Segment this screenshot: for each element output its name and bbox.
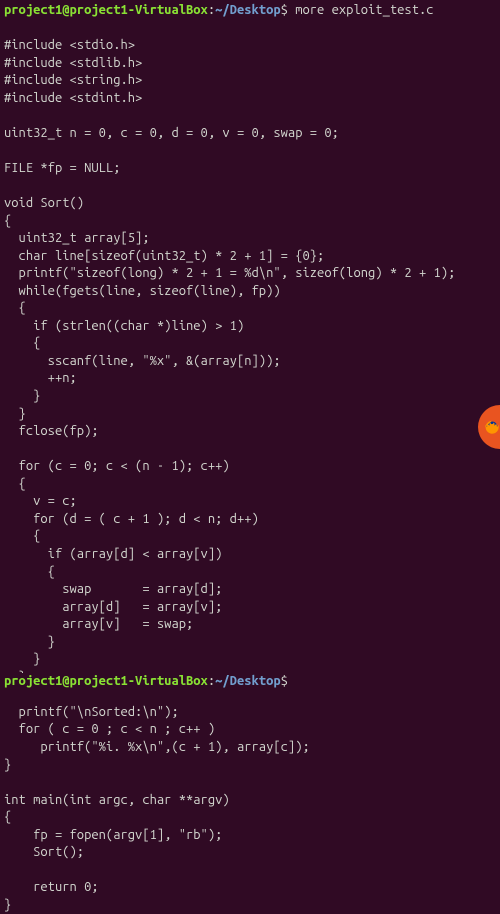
code-line: sscanf(line, "%x", &(array[n]));: [4, 354, 281, 368]
code-line: v = c;: [4, 494, 77, 508]
code-line: {: [4, 810, 11, 824]
code-line: #include <stdio.h>: [4, 38, 135, 52]
code-line: {: [4, 214, 11, 228]
code-line: Sort();: [4, 845, 84, 859]
prompt-line: project1@project1-VirtualBox:~/Desktop$ …: [4, 2, 496, 20]
code-line: #include <stdlib.h>: [4, 56, 142, 70]
code-line: #include <stdint.h>: [4, 91, 142, 105]
code-line: #include <string.h>: [4, 73, 142, 87]
code-line: }: [4, 898, 11, 912]
code-line: }: [4, 635, 55, 649]
code-line: }: [4, 652, 40, 666]
code-line: {: [4, 529, 40, 543]
code-line: }: [4, 389, 40, 403]
code-line: {: [4, 301, 26, 315]
terminal-window[interactable]: project1@project1-VirtualBox:~/Desktop$ …: [4, 2, 496, 914]
code-line: uint32_t n = 0, c = 0, d = 0, v = 0, swa…: [4, 126, 339, 140]
code-line: for ( c = 0 ; c < n ; c++ ): [4, 722, 215, 736]
code-line: {: [4, 565, 55, 579]
code-line: array[d] = array[v];: [4, 600, 222, 614]
code-line: fclose(fp);: [4, 424, 99, 438]
code-line: ++n;: [4, 371, 77, 385]
code-line: printf("sizeof(long) * 2 + 1 = %d\n", si…: [4, 266, 455, 280]
code-line: printf("\nSorted:\n");: [4, 705, 179, 719]
code-line: for (c = 0; c < (n - 1); c++): [4, 459, 230, 473]
bottom-prompt-line: project1@project1-VirtualBox:~/Desktop$: [4, 673, 288, 691]
code-line: FILE *fp = NULL;: [4, 161, 120, 175]
code-line: if (strlen((char *)line) > 1): [4, 319, 244, 333]
prompt-path: ~/Desktop: [215, 674, 281, 688]
file-content: #include <stdio.h> #include <stdlib.h> #…: [4, 20, 496, 914]
prompt-user-host: project1@project1-VirtualBox: [4, 674, 208, 688]
command-text: more exploit_test.c: [288, 3, 434, 17]
code-line: int main(int argc, char **argv): [4, 793, 230, 807]
code-line: for (d = ( c + 1 ); d < n; d++): [4, 512, 259, 526]
prompt-user-host: project1@project1-VirtualBox: [4, 3, 208, 17]
code-line: }: [4, 758, 11, 772]
prompt-dollar: $: [281, 674, 288, 688]
code-line: char line[sizeof(uint32_t) * 2 + 1] = {0…: [4, 249, 324, 263]
prompt-path: ~/Desktop: [215, 3, 281, 17]
code-line: uint32_t array[5];: [4, 231, 150, 245]
code-line: void Sort(): [4, 196, 84, 210]
code-line: while(fgets(line, sizeof(line), fp)): [4, 284, 281, 298]
code-line: array[v] = swap;: [4, 617, 193, 631]
code-line: if (array[d] < array[v]): [4, 547, 222, 561]
code-line: {: [4, 477, 26, 491]
prompt-dollar: $: [281, 3, 288, 17]
code-line: {: [4, 336, 40, 350]
code-line: swap = array[d];: [4, 582, 222, 596]
code-line: printf("%i. %x\n",(c + 1), array[c]);: [4, 740, 310, 754]
code-line: fp = fopen(argv[1], "rb");: [4, 828, 222, 842]
code-line: return 0;: [4, 880, 99, 894]
code-line: }: [4, 407, 26, 421]
